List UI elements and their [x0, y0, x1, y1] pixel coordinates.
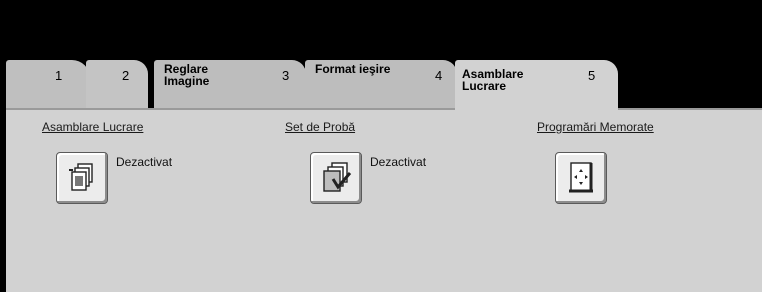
stored-programming-button[interactable] — [555, 152, 607, 204]
job-build-heading[interactable]: Asamblare Lucrare — [42, 120, 143, 134]
tab-3-label: Reglare Imagine — [164, 62, 210, 88]
tab-1[interactable]: 1 — [6, 60, 90, 110]
tab-1-number: 1 — [55, 68, 63, 83]
tab-image-adjust[interactable]: Reglare Imagine 3 — [154, 60, 306, 110]
tab-2-number: 2 — [122, 68, 130, 83]
tab-job-assembly[interactable]: Asamblare Lucrare 5 — [455, 60, 618, 112]
job-build-status: Dezactivat — [116, 155, 173, 169]
sample-set-icon — [323, 162, 352, 192]
stored-programming-icon — [569, 162, 593, 193]
top-black-band — [0, 0, 762, 60]
copier-screen: 1 2 Reglare Imagine 3 Format ieşire 4 As… — [0, 0, 762, 292]
tab-4-label: Format ieşire — [315, 62, 391, 76]
tab-3-number: 3 — [282, 68, 290, 83]
sample-set-status: Dezactivat — [370, 155, 427, 169]
sample-set-heading[interactable]: Set de Probă — [285, 120, 355, 134]
sample-set-button[interactable] — [310, 152, 362, 204]
job-build-icon — [69, 163, 93, 191]
stored-programming-heading[interactable]: Programări Memorate — [537, 120, 654, 134]
tab-2[interactable]: 2 — [86, 60, 148, 110]
job-build-button[interactable] — [56, 152, 108, 204]
job-assembly-panel: Asamblare Lucrare Set de Probă Programăr… — [6, 110, 762, 292]
tab-output-format[interactable]: Format ieşire 4 — [305, 60, 457, 110]
tab-5-number: 5 — [588, 68, 596, 83]
tab-4-number: 4 — [435, 68, 443, 83]
tab-5-label: Asamblare Lucrare — [462, 67, 524, 93]
